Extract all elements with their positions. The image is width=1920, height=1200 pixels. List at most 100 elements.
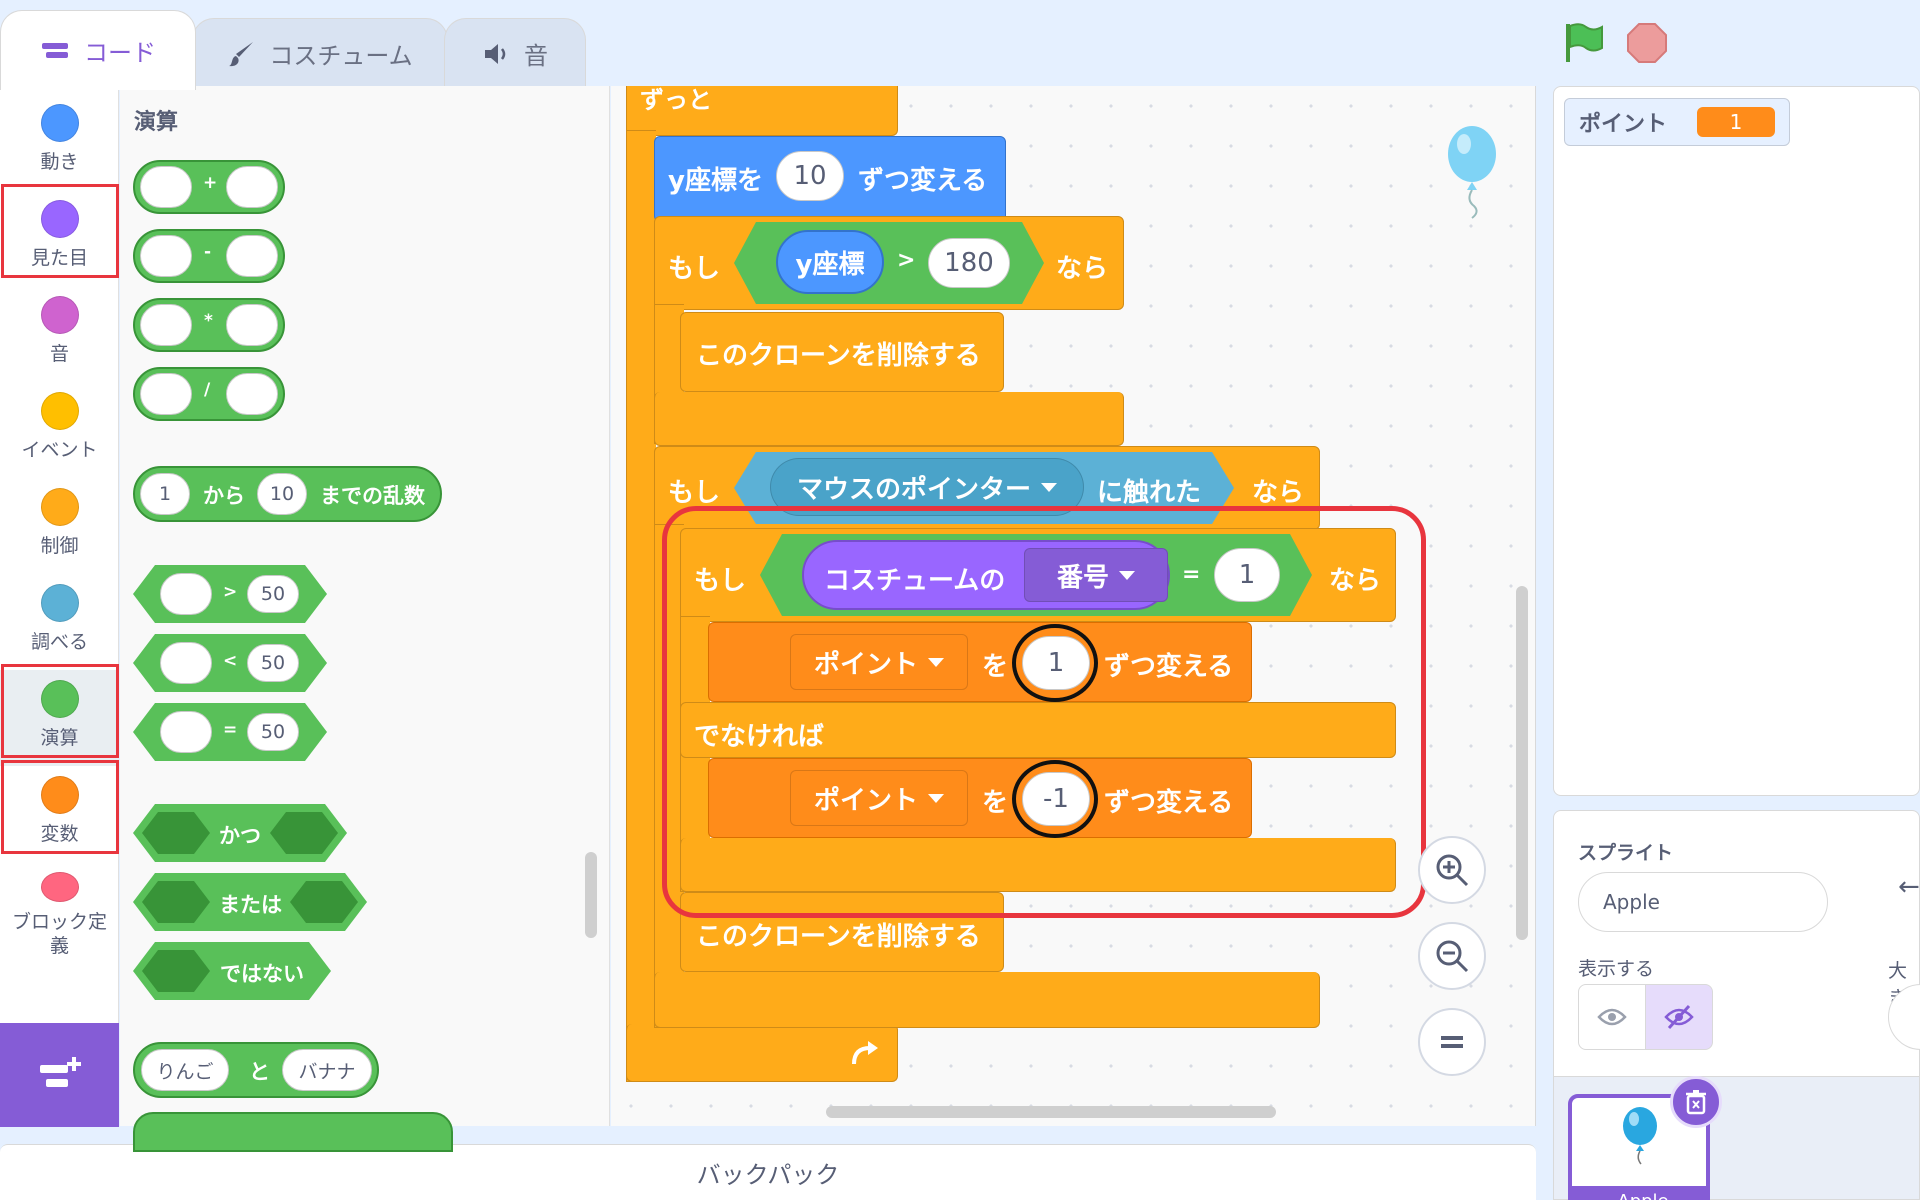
workspace-vscroll[interactable]	[1516, 586, 1528, 940]
partial-block[interactable]	[133, 1112, 453, 1152]
not-label: ではない	[220, 962, 304, 986]
highlight-variables	[1, 760, 119, 854]
delete-clone-label: このクローンを削除する	[696, 341, 981, 371]
sprite-label: スプライト	[1578, 842, 1674, 864]
category-my-blocks[interactable]: ブロック定義	[0, 862, 119, 958]
tab-costumes[interactable]: コスチューム	[192, 18, 448, 88]
green-flag-button[interactable]	[1560, 20, 1606, 66]
arrow-left-icon: ←	[1898, 872, 1920, 902]
category-sound[interactable]: 音	[0, 286, 119, 382]
join-slot-a[interactable]: りんご	[141, 1049, 229, 1091]
variable-monitor[interactable]: ポイント 1	[1564, 98, 1790, 146]
category-motion[interactable]: 動き	[0, 94, 119, 190]
control-dot-icon	[40, 488, 79, 526]
delete-sprite-button[interactable]	[1670, 1076, 1722, 1128]
change-y-post: ずつ変える	[858, 166, 988, 196]
compare-value[interactable]: 50	[247, 644, 299, 682]
multiply-block-slot[interactable]	[140, 304, 192, 346]
delete-clone-label: このクローンを削除する	[696, 922, 981, 952]
category-sensing[interactable]: 調べる	[0, 574, 119, 670]
eye-off-icon	[1664, 1004, 1694, 1030]
compare-slot[interactable]	[160, 573, 212, 615]
multiply-operator: *	[204, 311, 213, 331]
y-position-reporter[interactable]: y座標	[776, 230, 884, 294]
compare-value[interactable]: 50	[247, 575, 299, 613]
category-label: ブロック定義	[11, 911, 107, 957]
stage[interactable]	[1553, 86, 1920, 796]
if-touching-then: なら	[1252, 478, 1305, 508]
add-block-slot[interactable]	[140, 166, 192, 208]
zoom-reset-icon	[1441, 1036, 1463, 1048]
sprite-preview	[1446, 124, 1498, 224]
forever-arm	[626, 130, 656, 1082]
divide-block-slot[interactable]	[140, 373, 192, 415]
random-to-label: までの乱数	[320, 484, 425, 508]
category-control[interactable]: 制御	[0, 478, 119, 574]
tab-costumes-label: コスチューム	[269, 42, 413, 70]
category-label: 制御	[40, 535, 79, 557]
category-events[interactable]: イベント	[0, 382, 119, 478]
zoom-out-icon	[1436, 940, 1469, 973]
sound-dot-icon	[40, 296, 79, 334]
highlight-looks	[1, 184, 119, 278]
random-from-slot[interactable]: 1	[140, 473, 190, 515]
palette-title: 演算	[134, 110, 179, 135]
change-y-value[interactable]: 10	[776, 151, 844, 201]
add-extension-button[interactable]	[0, 1023, 119, 1127]
join-label: と	[249, 1060, 270, 1084]
tab-code-label: コード	[84, 39, 156, 67]
equals-operator: =	[223, 720, 238, 740]
tab-sounds-label: 音	[524, 42, 548, 70]
category-label: 動き	[40, 151, 79, 173]
divide-block-slot[interactable]	[226, 373, 278, 415]
sprite-name-input[interactable]: Apple	[1578, 872, 1828, 932]
multiply-block-slot[interactable]	[226, 304, 278, 346]
touching-label: に触れた	[1097, 478, 1202, 508]
sensing-dot-icon	[40, 584, 79, 622]
zoom-out-button[interactable]	[1418, 922, 1486, 990]
stop-button[interactable]	[1624, 20, 1670, 66]
if-touching-label: もし	[668, 478, 721, 508]
loop-arrow-icon	[850, 1040, 880, 1072]
category-label: イベント	[21, 439, 98, 461]
compare-slot[interactable]	[160, 642, 212, 684]
subtract-block-slot[interactable]	[226, 235, 278, 277]
compare-value[interactable]: 50	[247, 713, 299, 751]
dropdown-caret-icon	[1041, 482, 1057, 492]
y-greater-op: >	[897, 248, 916, 273]
balloon-icon	[1448, 126, 1496, 219]
backpack-bar[interactable]: バックパック	[0, 1144, 1536, 1200]
zoom-in-icon	[1436, 854, 1469, 887]
y-threshold-value[interactable]: 180	[928, 238, 1010, 288]
divide-operator: /	[204, 380, 211, 400]
workspace-hscroll[interactable]	[826, 1106, 1276, 1118]
highlight-minus-value	[1012, 760, 1098, 838]
join-slot-b[interactable]: バナナ	[282, 1049, 372, 1091]
greater-operator: >	[223, 582, 238, 602]
show-hidden-button[interactable]	[1645, 984, 1713, 1050]
backpack-label: バックパック	[696, 1161, 840, 1189]
compare-slot[interactable]	[160, 711, 212, 753]
eye-icon	[1597, 1008, 1627, 1026]
subtract-block-slot[interactable]	[140, 235, 192, 277]
or-label: または	[219, 893, 282, 917]
if-y-then: なら	[1056, 254, 1109, 284]
palette-scrollbar[interactable]	[585, 852, 597, 938]
zoom-in-button[interactable]	[1418, 836, 1486, 904]
show-visible-button[interactable]	[1578, 984, 1646, 1050]
motion-dot-icon	[40, 104, 79, 142]
monitor-value: 1	[1697, 107, 1776, 137]
add-block-slot[interactable]	[226, 166, 278, 208]
speaker-icon	[485, 43, 506, 64]
touching-menu-value: マウスのポインター	[796, 474, 1031, 505]
green-flag-icon	[1566, 23, 1603, 62]
if-y-bottom[interactable]	[654, 392, 1124, 446]
events-dot-icon	[40, 392, 79, 430]
add-operator: +	[203, 173, 218, 193]
if-touching-bottom[interactable]	[654, 972, 1320, 1028]
tab-sounds[interactable]: 音	[444, 18, 586, 88]
random-to-slot[interactable]: 10	[257, 473, 307, 515]
if-y-label: もし	[668, 254, 721, 284]
zoom-reset-button[interactable]	[1418, 1008, 1486, 1076]
tab-code[interactable]: コード	[0, 10, 196, 90]
